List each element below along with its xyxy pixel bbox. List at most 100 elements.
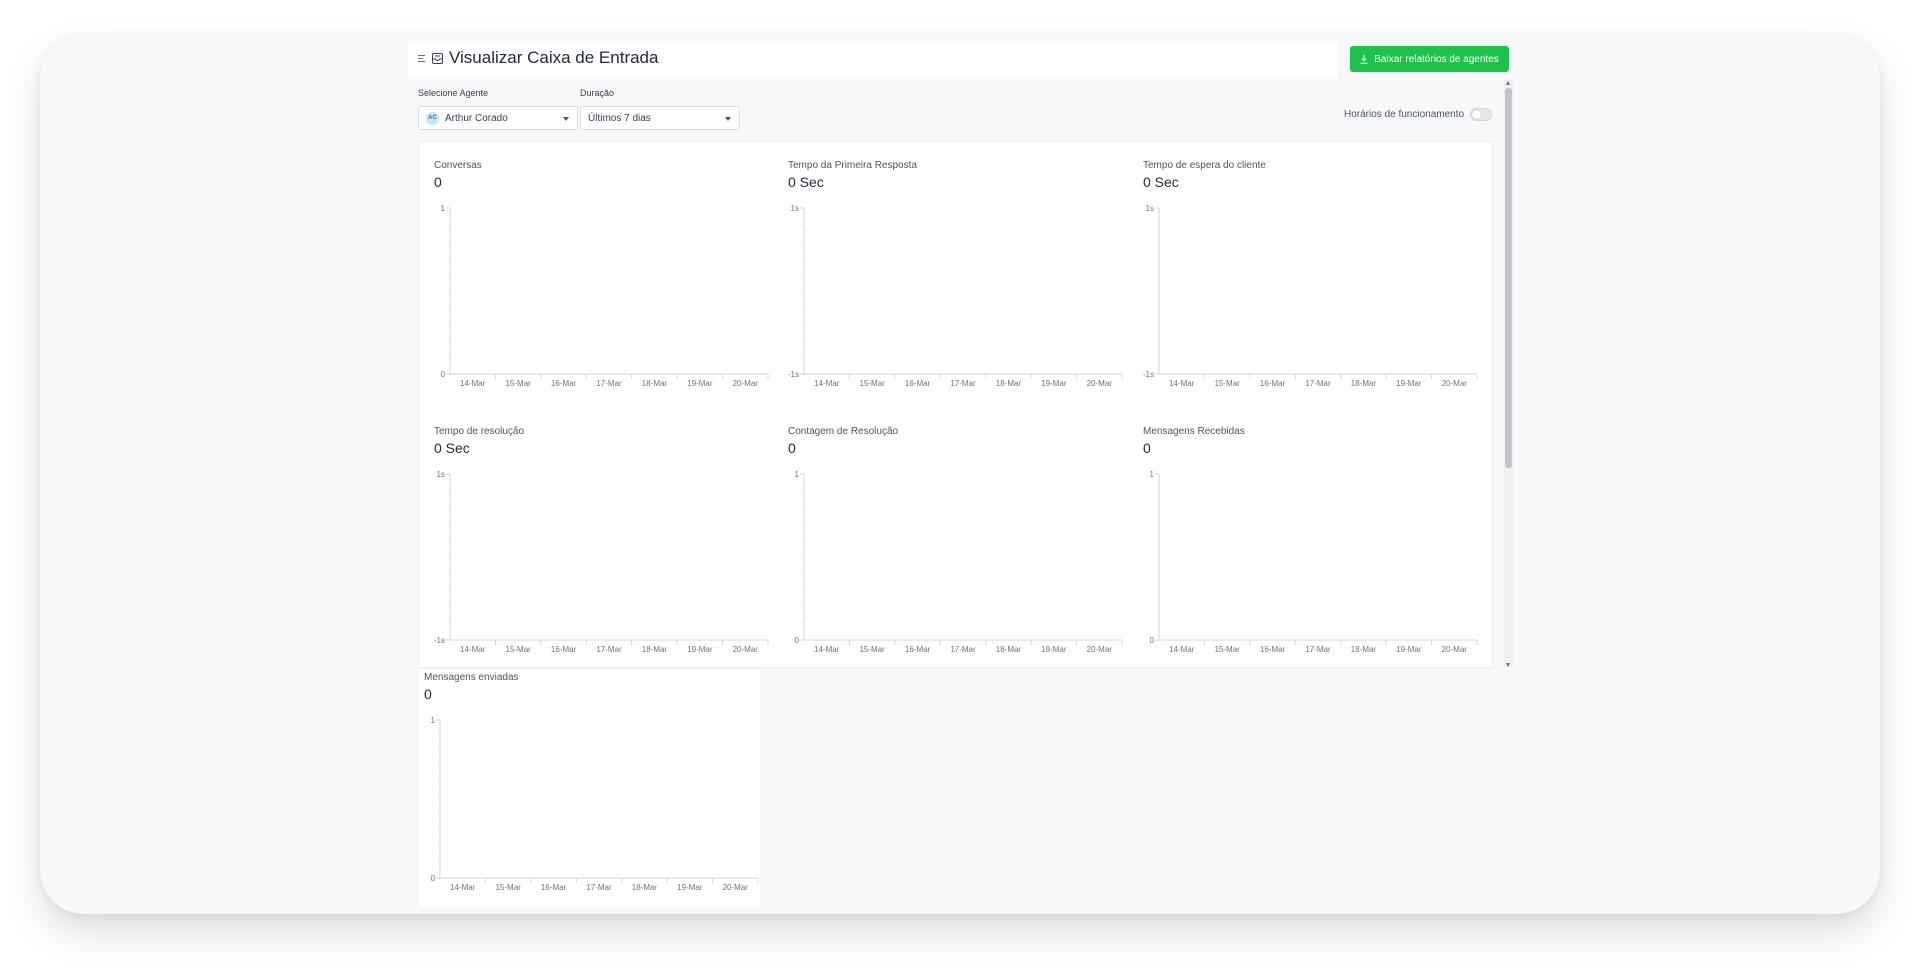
chart-resolution-count: Contagem de Resolução 0 0 1 14-Mar 15-Mar 16…	[788, 426, 1124, 666]
x-tick-label: 18-Mar	[642, 645, 668, 654]
x-tick-label: 17-Mar	[950, 645, 976, 654]
y-tick-label: 1	[431, 716, 436, 725]
duration-select[interactable]: Últimos 7 dias	[580, 106, 740, 130]
download-agent-reports-button[interactable]: Baixar relatórios de agentes	[1350, 46, 1509, 72]
x-tick-label: 16-Mar	[541, 883, 567, 892]
x-tick-label: 15-Mar	[495, 883, 521, 892]
menu-icon[interactable]	[418, 54, 427, 63]
x-tick-label: 19-Mar	[687, 379, 713, 388]
x-tick-label: 18-Mar	[642, 379, 668, 388]
x-tick-label: 14-Mar	[814, 645, 840, 654]
chart-svg: 0 1 14-Mar 15-Mar 16-Mar 17-Mar 18-Mar 19-Mar 20…	[1150, 470, 1478, 654]
x-tick-label: 20-Mar	[723, 883, 749, 892]
x-tick-label: 16-Mar	[1260, 379, 1286, 388]
y-tick-label: 1	[1150, 470, 1155, 479]
chart-svg: 0 1 14-Mar 15-Mar 16-Mar 17-Mar 18-Mar 19-Mar 20…	[431, 716, 759, 892]
page-title: Visualizar Caixa de Entrada	[449, 48, 659, 67]
x-tick-label: 15-Mar	[505, 379, 531, 388]
scrollbar-thumb[interactable]	[1505, 88, 1512, 468]
chart-resolution-time: Tempo de resolução 0 Sec -1s 1s 14-Mar 15-M…	[434, 426, 770, 666]
x-tick-label: 18-Mar	[996, 379, 1022, 388]
x-tick-label: 19-Mar	[1041, 379, 1067, 388]
y-tick-label: 0	[795, 636, 800, 645]
scroll-down-arrow-icon[interactable]	[1506, 663, 1510, 667]
chart-messages-received: Mensagens Recebidas 0 0 1 14-Mar 15-Mar 16-M…	[1143, 426, 1479, 666]
chart-conversations: Conversas 0 0 1 14-Mar 15-Mar 16-Mar 17-Mar 18…	[434, 160, 770, 400]
y-tick-label: 0	[441, 370, 446, 379]
chart-messages-sent: Mensagens enviadas 0 0 1 14-Mar 15-Mar 16-Ma…	[424, 672, 760, 904]
x-tick-label: 19-Mar	[677, 883, 703, 892]
x-tick-label: 17-Mar	[596, 379, 622, 388]
y-tick-label: -1s	[788, 370, 799, 379]
x-tick-label: 19-Mar	[1396, 379, 1422, 388]
x-tick-label: 20-Mar	[1087, 379, 1113, 388]
chart-svg: 0 1 14-Mar 15-Mar 16-Mar 17-Mar 18-Mar 19-Mar 20…	[441, 204, 769, 388]
duration-select-value: Últimos 7 dias	[588, 113, 651, 124]
x-tick-label: 14-Mar	[1169, 379, 1195, 388]
x-tick-label: 14-Mar	[450, 883, 476, 892]
page-header: Visualizar Caixa de Entrada	[408, 41, 1338, 77]
duration-select-label: Duração	[580, 88, 615, 98]
x-tick-label: 16-Mar	[1260, 645, 1286, 654]
x-tick-label: 15-Mar	[859, 379, 885, 388]
business-hours-label: Horários de funcionamento	[1344, 109, 1465, 120]
x-tick-label: 15-Mar	[1214, 645, 1240, 654]
x-tick-label: 14-Mar	[460, 645, 486, 654]
y-tick-label: 1s	[437, 470, 445, 479]
chevron-down-icon	[563, 117, 569, 121]
x-tick-label: 20-Mar	[1442, 379, 1468, 388]
business-hours-toggle[interactable]	[1470, 108, 1492, 121]
x-tick-label: 16-Mar	[551, 379, 577, 388]
x-tick-label: 14-Mar	[1169, 645, 1195, 654]
x-tick-label: 17-Mar	[1305, 379, 1331, 388]
chart-svg: -1s 1s 14-Mar 15-Mar 16-Mar 17-Mar 18-Mar 19-Ma…	[788, 204, 1123, 388]
x-tick-label: 16-Mar	[905, 645, 931, 654]
x-tick-label: 18-Mar	[1351, 379, 1377, 388]
x-tick-label: 17-Mar	[950, 379, 976, 388]
y-tick-label: 1	[441, 204, 446, 213]
x-tick-label: 18-Mar	[996, 645, 1022, 654]
inbox-icon	[432, 53, 443, 64]
y-tick-label: -1s	[1143, 370, 1154, 379]
chevron-down-icon	[725, 117, 731, 121]
agent-select-value: Arthur Corado	[445, 113, 508, 124]
chart-svg: -1s 1s 14-Mar 15-Mar 16-Mar 17-Mar 18-Mar 19-Ma…	[434, 470, 769, 654]
x-tick-label: 19-Mar	[1396, 645, 1422, 654]
chart-svg: -1s 1s 14-Mar 15-Mar 16-Mar 17-Mar 18-Mar 19-Ma…	[1143, 204, 1478, 388]
scroll-up-arrow-icon[interactable]	[1506, 81, 1510, 85]
x-tick-label: 15-Mar	[859, 645, 885, 654]
x-tick-label: 17-Mar	[1305, 645, 1331, 654]
x-tick-label: 14-Mar	[460, 379, 486, 388]
x-tick-label: 19-Mar	[687, 645, 713, 654]
agent-select[interactable]: AC Arthur Corado	[418, 106, 578, 130]
x-tick-label: 18-Mar	[632, 883, 658, 892]
x-tick-label: 16-Mar	[551, 645, 577, 654]
y-tick-label: -1s	[434, 636, 445, 645]
x-tick-label: 20-Mar	[1087, 645, 1113, 654]
x-tick-label: 20-Mar	[733, 379, 759, 388]
chart-svg: 0 1 14-Mar 15-Mar 16-Mar 17-Mar 18-Mar 19-Mar 20…	[795, 470, 1123, 654]
toggle-knob	[1472, 110, 1481, 119]
avatar: AC	[426, 112, 439, 125]
x-tick-label: 15-Mar	[505, 645, 531, 654]
y-tick-label: 1s	[1146, 204, 1154, 213]
x-tick-label: 15-Mar	[1214, 379, 1240, 388]
chart-first-response-time: Tempo da Primeira Resposta 0 Sec -1s 1s 14…	[788, 160, 1124, 400]
y-tick-label: 0	[1150, 636, 1155, 645]
x-tick-label: 18-Mar	[1351, 645, 1377, 654]
download-icon	[1360, 54, 1368, 64]
scrollbar[interactable]	[1504, 80, 1513, 668]
download-button-label: Baixar relatórios de agentes	[1374, 53, 1499, 65]
x-tick-label: 20-Mar	[1442, 645, 1468, 654]
chart-customer-wait-time: Tempo de espera do cliente 0 Sec -1s 1s 14…	[1143, 160, 1479, 400]
y-tick-label: 0	[431, 874, 436, 883]
y-tick-label: 1	[795, 470, 800, 479]
x-tick-label: 17-Mar	[596, 645, 622, 654]
agent-select-label: Selecione Agente	[418, 88, 489, 98]
x-tick-label: 19-Mar	[1041, 645, 1067, 654]
x-tick-label: 16-Mar	[905, 379, 931, 388]
y-tick-label: 1s	[791, 204, 799, 213]
x-tick-label: 17-Mar	[586, 883, 612, 892]
x-tick-label: 20-Mar	[733, 645, 759, 654]
x-tick-label: 14-Mar	[814, 379, 840, 388]
